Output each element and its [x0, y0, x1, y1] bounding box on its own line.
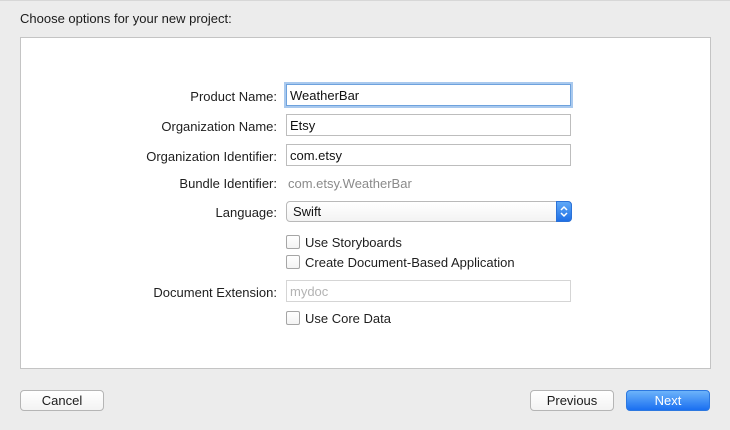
use-storyboards-option[interactable]: Use Storyboards: [286, 235, 402, 251]
organization-identifier-field[interactable]: [286, 144, 571, 166]
new-project-dialog: Choose options for your new project: Pro…: [0, 0, 730, 430]
product-name-field[interactable]: [286, 84, 571, 106]
organization-identifier-label: Organization Identifier:: [146, 149, 277, 164]
options-panel: Product Name: Organization Name: Organiz…: [20, 37, 711, 369]
use-storyboards-checkbox[interactable]: [286, 235, 300, 249]
document-extension-field: [286, 280, 571, 302]
language-selected-value: Swift: [293, 204, 322, 219]
use-storyboards-label: Use Storyboards: [305, 235, 402, 250]
language-select[interactable]: Swift: [286, 201, 572, 222]
previous-button[interactable]: Previous: [530, 390, 614, 411]
bundle-identifier-value: com.etsy.WeatherBar: [288, 176, 412, 191]
language-label: Language:: [215, 205, 277, 220]
dialog-heading: Choose options for your new project:: [20, 11, 232, 26]
organization-name-label: Organization Name:: [161, 119, 277, 134]
document-based-label: Create Document-Based Application: [305, 255, 515, 270]
select-stepper-icon: [556, 201, 572, 222]
use-core-data-label: Use Core Data: [305, 311, 391, 326]
use-core-data-checkbox[interactable]: [286, 311, 300, 325]
document-extension-label: Document Extension:: [153, 285, 277, 300]
product-name-label: Product Name:: [190, 89, 277, 104]
cancel-button[interactable]: Cancel: [20, 390, 104, 411]
document-based-checkbox[interactable]: [286, 255, 300, 269]
use-core-data-option[interactable]: Use Core Data: [286, 311, 391, 327]
bundle-identifier-label: Bundle Identifier:: [179, 176, 277, 191]
next-button[interactable]: Next: [626, 390, 710, 411]
document-based-option[interactable]: Create Document-Based Application: [286, 255, 515, 271]
organization-name-field[interactable]: [286, 114, 571, 136]
